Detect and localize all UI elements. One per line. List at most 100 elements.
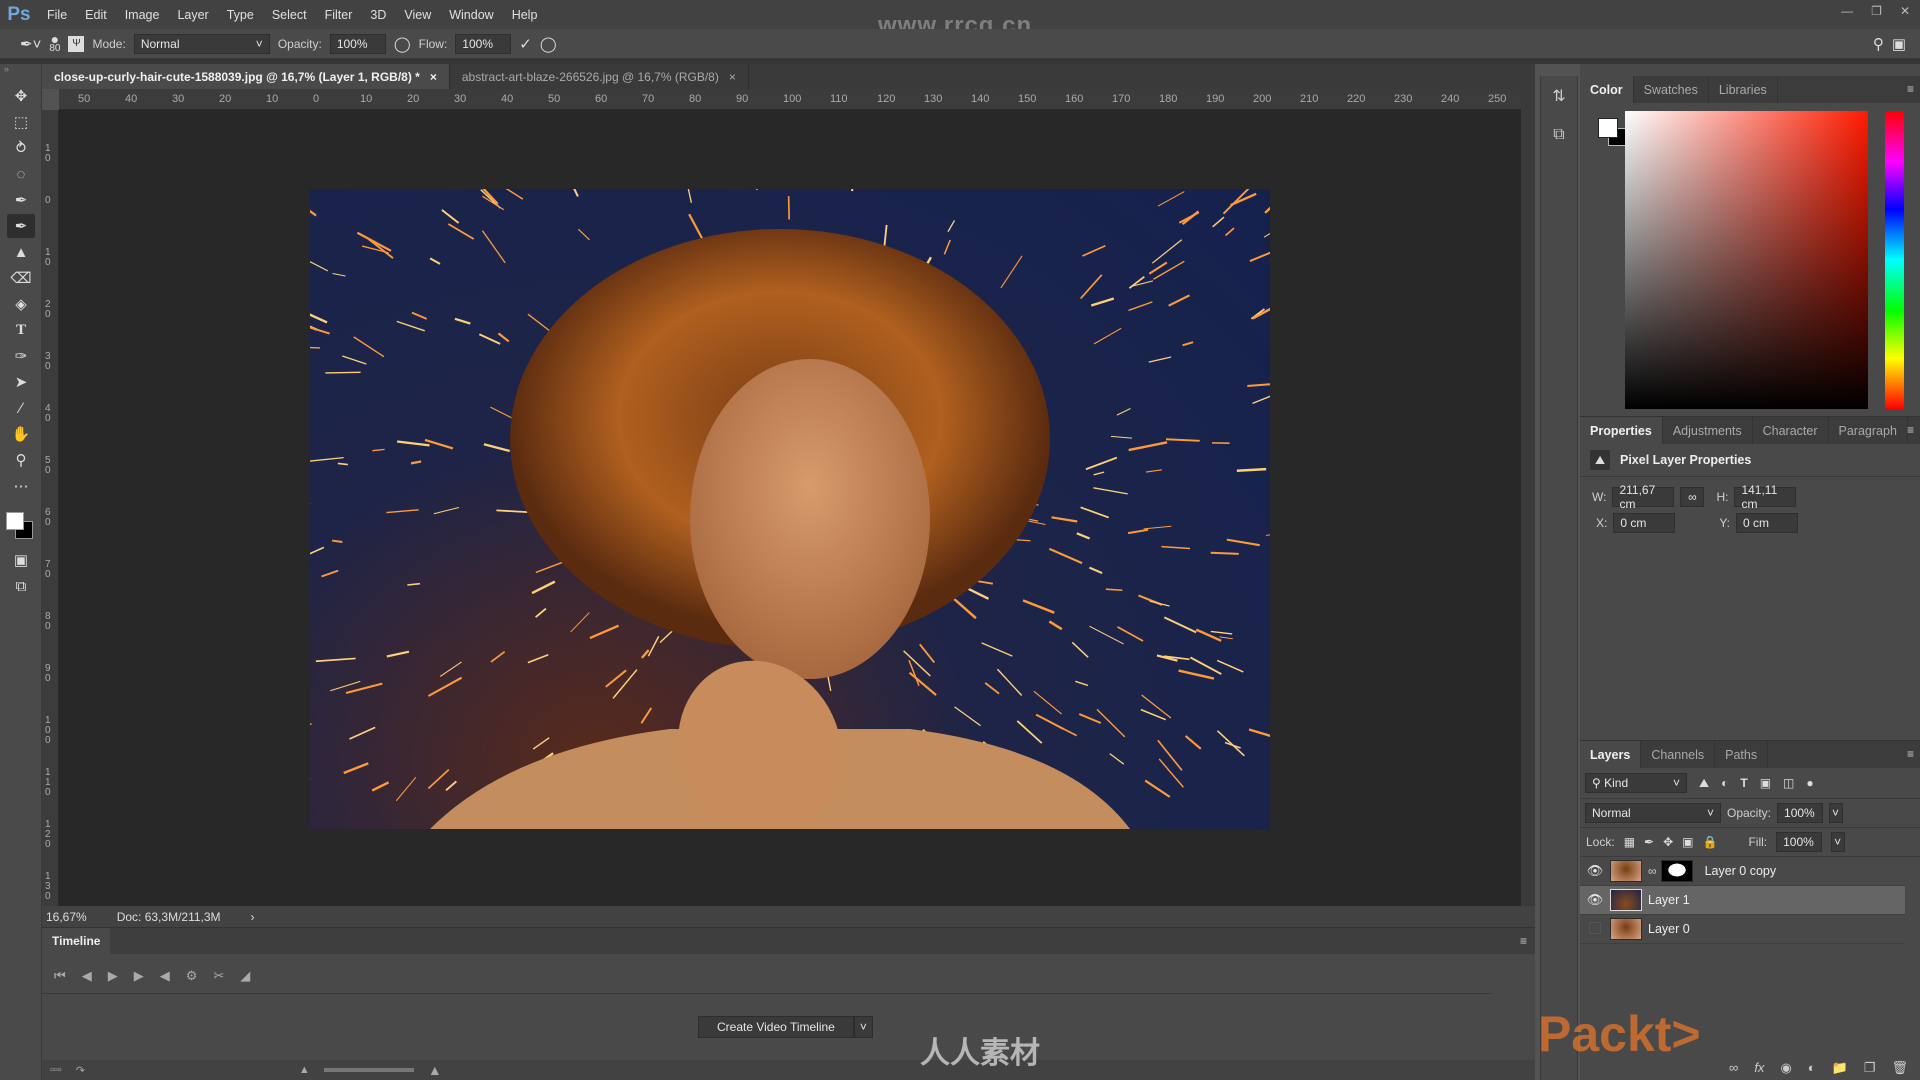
marquee-tool-icon[interactable]: ⬚ — [7, 110, 35, 134]
lock-all-icon[interactable]: 🔒 — [1703, 835, 1718, 849]
layer-row[interactable]: Layer 0 — [1580, 915, 1905, 944]
collapse-icon[interactable]: » — [0, 64, 41, 82]
layer-mask-thumbnail[interactable] — [1660, 860, 1693, 882]
quick-mask-icon[interactable]: ▣ — [7, 548, 35, 572]
close-tab-icon[interactable]: × — [729, 70, 736, 84]
quick-select-tool-icon[interactable]: ◌ — [7, 162, 35, 186]
create-video-timeline-button[interactable]: Create Video Timeline — [698, 1016, 854, 1038]
menu-view[interactable]: View — [395, 8, 440, 22]
color-field[interactable] — [1625, 111, 1868, 409]
kind-filter[interactable]: ⚲ Kind ˅ — [1585, 773, 1687, 793]
next-frame-icon[interactable]: ▶ — [134, 968, 144, 984]
x-input[interactable]: 0 cm — [1613, 513, 1676, 533]
vertical-scrollbar[interactable] — [1521, 89, 1535, 906]
convert-icon[interactable]: ↷ — [76, 1064, 85, 1077]
type-tool-icon[interactable]: T — [7, 318, 35, 342]
tab-character[interactable]: Character — [1753, 417, 1829, 444]
screen-mode-icon[interactable]: ⧉ — [7, 574, 35, 598]
eyedropper-tool-icon[interactable]: ✒ — [7, 188, 35, 212]
menu-type[interactable]: Type — [218, 8, 263, 22]
link-layers-icon[interactable]: ∞ — [1729, 1060, 1738, 1076]
restore-icon[interactable]: ❐ — [1871, 4, 1882, 18]
line-tool-icon[interactable]: ∕ — [7, 396, 35, 420]
tab-paragraph[interactable]: Paragraph — [1829, 417, 1908, 444]
settings-icon[interactable]: ⚙ — [186, 968, 198, 984]
lock-position-icon[interactable]: ✥ — [1663, 835, 1673, 849]
foreground-color[interactable] — [1598, 118, 1618, 138]
filter-smart-icon[interactable]: ◫ — [1783, 776, 1794, 790]
layer-row-selected[interactable]: 👁 Layer 1 — [1580, 886, 1905, 915]
fx-icon[interactable]: fx — [1754, 1060, 1764, 1076]
filter-type-icon[interactable]: T — [1740, 776, 1747, 790]
search-icon[interactable]: ⚲ — [1873, 35, 1884, 53]
timeline-tab[interactable]: Timeline — [42, 928, 111, 954]
tab-color[interactable]: Color — [1580, 76, 1634, 103]
tab-channels[interactable]: Channels — [1641, 741, 1716, 768]
height-input[interactable]: 141,11 cm — [1734, 483, 1797, 511]
zoom-in-icon[interactable]: ▲ — [428, 1062, 442, 1078]
tab-layers[interactable]: Layers — [1580, 741, 1642, 768]
visibility-eye-icon[interactable]: 👁 — [1580, 892, 1610, 908]
tab-properties[interactable]: Properties — [1580, 417, 1663, 444]
panel-menu-icon[interactable]: ≡ — [1520, 934, 1527, 948]
play-icon[interactable]: ▶ — [108, 968, 118, 984]
adjustment-layer-icon[interactable]: ◐ — [1808, 1060, 1816, 1076]
menu-select[interactable]: Select — [263, 8, 316, 22]
width-input[interactable]: 211,67 cm — [1612, 483, 1675, 511]
timeline-type-dropdown[interactable]: ˅ — [853, 1016, 873, 1038]
panel-menu-icon[interactable]: ≡ — [1907, 82, 1914, 96]
opacity-input[interactable]: 100% — [329, 33, 386, 54]
brush-preset-picker[interactable]: ● 80 — [49, 32, 60, 54]
menu-window[interactable]: Window — [440, 8, 502, 22]
lock-pixels-icon[interactable]: ✒ — [1644, 835, 1654, 849]
airbrush-icon[interactable]: ✓ — [519, 35, 532, 53]
color-swatches[interactable] — [0, 500, 41, 546]
zoom-out-icon[interactable]: ▲ — [299, 1064, 310, 1076]
menu-image[interactable]: Image — [116, 8, 169, 22]
transition-icon[interactable]: ◢ — [240, 968, 250, 984]
layer-name[interactable]: Layer 0 — [1648, 922, 1690, 936]
audio-icon[interactable]: ◀ — [160, 968, 170, 984]
lock-transparent-icon[interactable]: ▦ — [1624, 835, 1635, 849]
menu-file[interactable]: File — [38, 8, 76, 22]
menu-3d[interactable]: 3D — [361, 8, 395, 22]
new-layer-icon[interactable]: ❐ — [1864, 1060, 1876, 1076]
menu-layer[interactable]: Layer — [168, 8, 217, 22]
history-icon[interactable]: ⇅ — [1541, 86, 1577, 106]
path-select-tool-icon[interactable]: ➤ — [7, 370, 35, 394]
lock-artboard-icon[interactable]: ▣ — [1682, 835, 1693, 849]
close-tab-icon[interactable]: × — [430, 70, 437, 84]
move-tool-icon[interactable]: ✥ — [7, 84, 35, 108]
brush-tool-icon[interactable]: ✒ — [7, 214, 35, 238]
frames-icon[interactable]: ▫▫▫ — [50, 1064, 62, 1076]
first-frame-icon[interactable]: ⏮ — [54, 968, 66, 984]
lasso-tool-icon[interactable]: ⥁ — [7, 136, 35, 160]
hue-slider[interactable] — [1885, 111, 1904, 409]
split-icon[interactable]: ✂ — [213, 968, 224, 984]
add-mask-icon[interactable]: ◉ — [1780, 1060, 1791, 1076]
blend-mode-select[interactable]: Normal ˅ — [1585, 803, 1721, 823]
zoom-level[interactable]: 16,67% — [46, 910, 87, 924]
fill-dropdown[interactable]: ˅ — [1831, 832, 1846, 852]
delete-layer-icon[interactable]: 🗑 — [1891, 1060, 1908, 1076]
panel-menu-icon[interactable]: ≡ — [1907, 423, 1914, 437]
menu-edit[interactable]: Edit — [76, 8, 116, 22]
pen-tool-icon[interactable]: ✑ — [7, 344, 35, 368]
mode-select[interactable]: Normal ˅ — [133, 33, 270, 54]
pressure-opacity-icon[interactable]: ◯ — [394, 35, 411, 53]
new-group-icon[interactable]: 📁 — [1832, 1060, 1848, 1076]
stamp-tool-icon[interactable]: ▲ — [7, 240, 35, 264]
foreground-color[interactable] — [6, 512, 24, 530]
flow-input[interactable]: 100% — [455, 33, 512, 54]
y-input[interactable]: 0 cm — [1736, 513, 1799, 533]
mask-link-icon[interactable]: ∞ — [1648, 864, 1657, 878]
zoom-slider[interactable] — [323, 1068, 414, 1072]
more-tools-icon[interactable]: ⋯ — [7, 474, 35, 498]
filter-adjustment-icon[interactable]: ◐ — [1721, 776, 1728, 790]
panel-menu-icon[interactable]: ≡ — [1907, 747, 1914, 761]
filter-pixel-icon[interactable]: ⛰ — [1699, 776, 1709, 791]
brush-tool-icon[interactable]: ✒˅ — [20, 35, 41, 53]
tab-libraries[interactable]: Libraries — [1709, 76, 1778, 103]
tab-paths[interactable]: Paths — [1715, 741, 1769, 768]
workspace-icon[interactable]: ▣ — [1892, 35, 1906, 53]
